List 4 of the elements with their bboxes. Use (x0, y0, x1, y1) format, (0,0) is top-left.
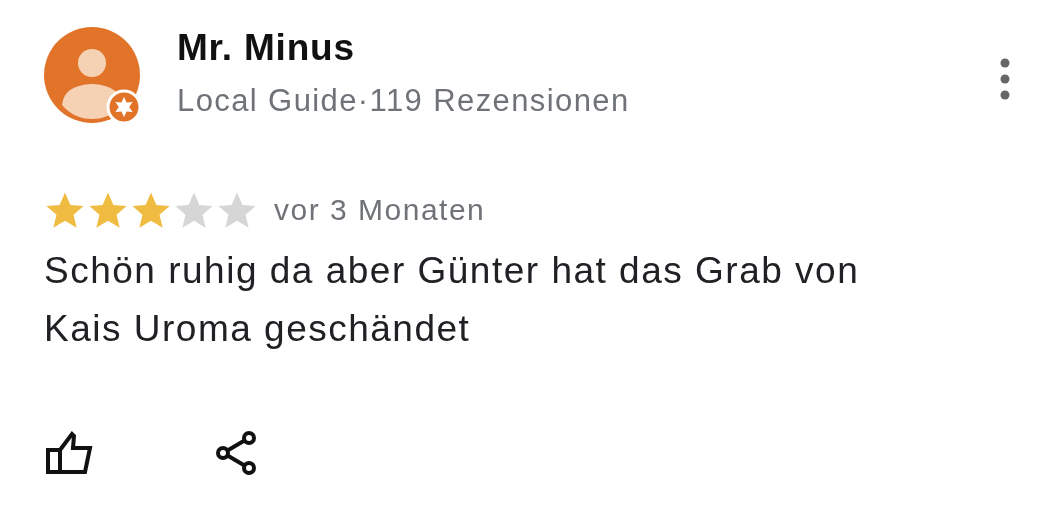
reviewer-subtitle: Local Guide·119 Rezensionen (177, 83, 631, 119)
reviewer-name: Mr. Minus (177, 27, 356, 69)
review-date: vor 3 Monaten (274, 193, 486, 227)
review-text: Schön ruhig da aber Günter hat das Grab von Kais Uroma geschändet (44, 249, 861, 351)
